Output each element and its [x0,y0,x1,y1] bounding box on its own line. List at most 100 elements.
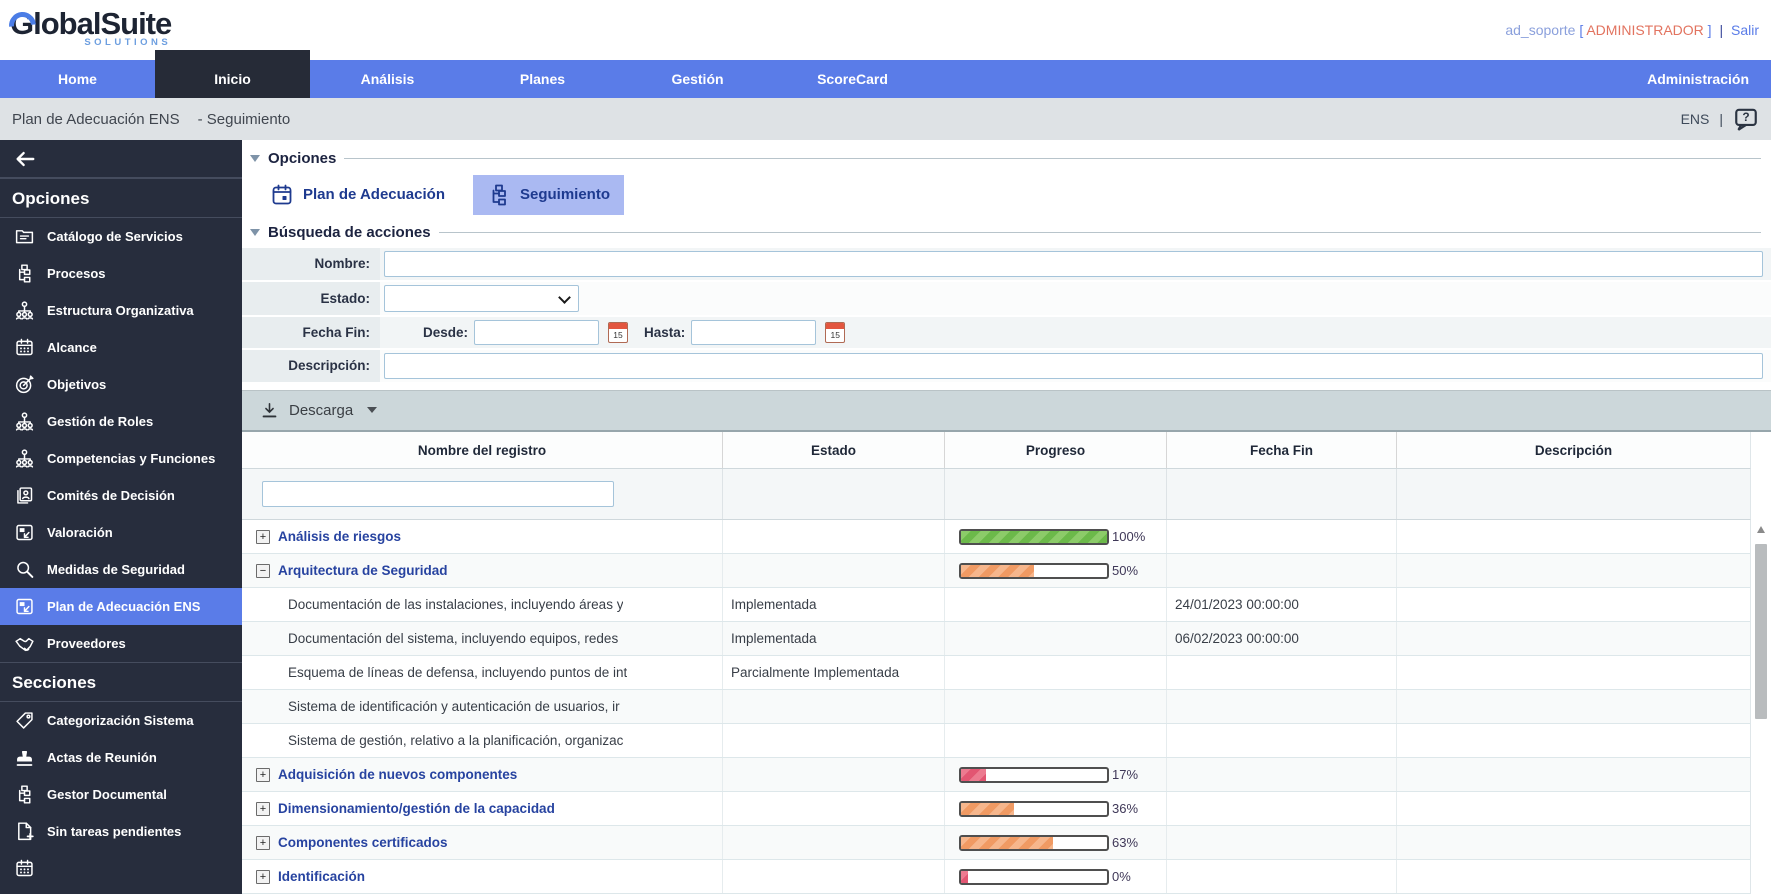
sidebar-item-gestion-de-roles[interactable]: Gestión de Roles [0,403,242,440]
sidebar-item-proveedores[interactable]: Proveedores [0,625,242,662]
table-row: Documentación de las instalaciones, incl… [242,588,1751,622]
table-row: +Componentes certificados63% [242,826,1751,860]
user-info: ad_soporte [ ADMINISTRADOR ] | Salir [1505,22,1759,38]
sidebar-item-valoracion[interactable]: Valoración [0,514,242,551]
progress-fill [961,565,1034,577]
name-filter-input[interactable] [262,481,614,507]
nav-item-inicio[interactable]: Inicio [155,50,310,98]
logout-link[interactable]: Salir [1731,22,1759,38]
record-name-link[interactable]: Dimensionamiento/gestión de la capacidad [278,801,555,816]
sidebar-item-partial[interactable] [0,850,242,887]
record-name-cell: + Dimensionamiento/gestión de la capacida… [242,792,722,825]
nav-items: HomeInicioAnálisisPlanesGestiónScoreCard [0,60,930,98]
sidebar-item-actas-de-reunion[interactable]: Actas de Reunión [0,739,242,776]
nav-item-administracion[interactable]: Administración [1647,71,1771,87]
tab-seguimiento[interactable]: Seguimiento [473,175,624,215]
sidebar-item-label: Proveedores [47,636,126,651]
sidebar-item-sin-tareas-pendientes[interactable]: Sin tareas pendientes [0,813,242,850]
expand-toggle-icon[interactable]: − [256,564,270,578]
estado-cell [722,724,944,757]
progreso-cell: 0% [944,860,1166,893]
progress-bar [959,767,1109,783]
progress-bar [959,869,1109,885]
sidebar-item-gestor-documental[interactable]: Gestor Documental [0,776,242,813]
expand-toggle-icon[interactable]: + [256,530,270,544]
record-name-cell: + Identificación [242,860,722,893]
record-name-link[interactable]: Análisis de riesgos [278,529,401,544]
record-name-text: Sistema de gestión, relativo a la planif… [256,733,623,748]
scroll-up-arrow-icon[interactable] [1757,526,1765,533]
column-header-progreso[interactable]: Progreso [944,432,1166,468]
sidebar-item-objetivos[interactable]: Objetivos [0,366,242,403]
target-icon [14,374,35,395]
options-section-header: Opciones [242,148,1771,169]
expand-toggle-icon[interactable]: + [256,836,270,850]
progress-bar [959,801,1109,817]
nav-item-home[interactable]: Home [0,60,155,98]
sidebar-item-plan-de-adecuacion-ens[interactable]: Plan de Adecuación ENS [0,588,242,625]
expand-toggle-icon[interactable]: + [256,802,270,816]
record-name-link[interactable]: Arquitectura de Seguridad [278,563,448,578]
tag-icon [14,710,35,731]
column-header-descripcion[interactable]: Descripción [1396,432,1750,468]
back-button[interactable] [0,140,242,178]
progress-fill [961,769,986,781]
expand-toggle-icon[interactable]: + [256,870,270,884]
descripcion-input[interactable] [384,353,1763,379]
org-tree-icon [14,411,35,432]
collapse-caret-icon[interactable] [250,229,260,236]
fecha-hasta-input[interactable] [691,320,816,345]
collapse-caret-icon[interactable] [250,155,260,162]
vertical-scrollbar[interactable] [1754,522,1769,894]
caret-down-icon [367,407,377,413]
record-name-link[interactable]: Identificación [278,869,365,884]
column-header-fecha-fin[interactable]: Fecha Fin [1166,432,1396,468]
progress-value: 17% [1112,767,1138,782]
record-name-link[interactable]: Adquisición de nuevos componentes [278,767,517,782]
descripcion-cell [1396,826,1750,859]
progreso-cell: 36% [944,792,1166,825]
record-name-cell: Documentación de las instalaciones, incl… [242,588,722,621]
table-row: Sistema de identificación y autenticació… [242,690,1751,724]
bracket: [ [1579,22,1583,38]
calendar-arrow-icon [14,522,35,543]
column-header-estado[interactable]: Estado [722,432,944,468]
nav-item-analisis[interactable]: Análisis [310,60,465,98]
help-icon[interactable]: ? [1733,106,1759,132]
datepicker-calendar-icon[interactable] [825,322,845,343]
estado-cell [722,554,944,587]
calendar-grid-icon [14,858,35,879]
hierarchy-icon [14,784,35,805]
nav-item-scorecard[interactable]: ScoreCard [775,60,930,98]
table-row: +Análisis de riesgos100% [242,520,1751,554]
nav-item-gestion[interactable]: Gestión [620,60,775,98]
org-tree-icon [14,300,35,321]
sidebar-item-competencias-y-funciones[interactable]: Competencias y Funciones [0,440,242,477]
scrollbar-thumb[interactable] [1755,544,1767,719]
sidebar-item-medidas-de-seguridad[interactable]: Medidas de Seguridad [0,551,242,588]
column-header-nombre-del-registro[interactable]: Nombre del registro [242,432,722,468]
download-toolbar: Descarga [242,390,1771,433]
record-name-cell: + Adquisición de nuevos componentes [242,758,722,791]
sidebar-item-label: Valoración [47,525,113,540]
record-name-link[interactable]: Componentes certificados [278,835,448,850]
nav-item-planes[interactable]: Planes [465,60,620,98]
sidebar-item-comites-de-decision[interactable]: Comités de Decisión [0,477,242,514]
datepicker-calendar-icon[interactable] [608,322,628,343]
nombre-input[interactable] [384,251,1763,277]
record-name-cell: Sistema de identificación y autenticació… [242,690,722,723]
estado-select[interactable] [384,285,579,312]
sidebar-item-procesos[interactable]: Procesos [0,255,242,292]
sidebar-item-categorizacion-sistema[interactable]: Categorización Sistema [0,702,242,739]
bracket: ] [1708,22,1712,38]
table-row: + Identificación 0% [242,860,1751,894]
sidebar-item-catalogo-de-servicios[interactable]: Catálogo de Servicios [0,218,242,255]
fecha-desde-input[interactable] [474,320,599,345]
download-button[interactable]: Descarga [260,401,377,420]
expand-toggle-icon[interactable]: + [256,768,270,782]
tab-plan-de-adecuacion[interactable]: Plan de Adecuación [256,175,459,215]
sidebar-item-estructura-organizativa[interactable]: Estructura Organizativa [0,292,242,329]
progress-fill [961,531,1107,543]
sidebar-item-alcance[interactable]: Alcance [0,329,242,366]
main-nav: HomeInicioAnálisisPlanesGestiónScoreCard… [0,60,1771,98]
